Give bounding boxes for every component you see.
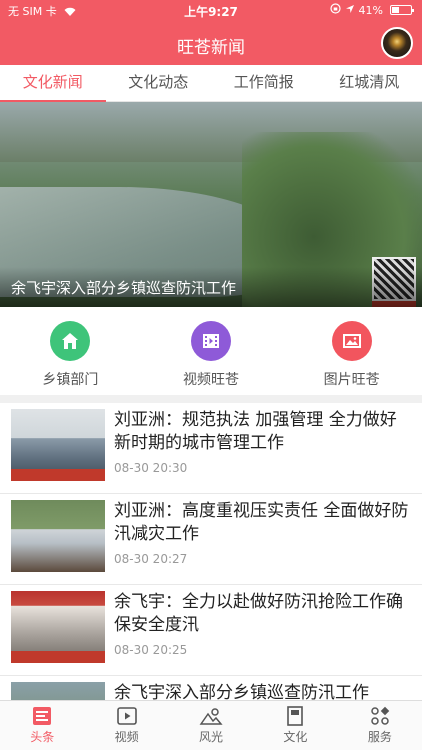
bottom-tab-bar: 头条 视频 风光 文化 服务: [0, 700, 422, 750]
tabbar-label: 头条: [30, 730, 55, 744]
status-right: 41%: [329, 3, 414, 17]
location-icon: [345, 4, 355, 17]
quick-link-photos[interactable]: 图片旺苍: [281, 307, 422, 395]
category-tabs: 文化新闻 文化动态 工作简报 红城清风: [0, 65, 422, 102]
grid-icon: [371, 706, 390, 725]
image-icon: [331, 321, 372, 361]
news-thumbnail: [11, 409, 105, 481]
quick-link-towns[interactable]: 乡镇部门: [0, 307, 141, 395]
tabbar-label: 服务: [367, 730, 392, 744]
tab-culture-updates[interactable]: 文化动态: [106, 65, 212, 101]
news-time: 08-30 20:30: [114, 461, 188, 475]
film-icon: [191, 321, 231, 361]
quick-link-video[interactable]: 视频旺苍: [141, 307, 282, 395]
tab-culture-news[interactable]: 文化新闻: [0, 65, 106, 102]
status-bar: 无 SIM 卡 上午9:27 41%: [0, 0, 422, 20]
tabbar-label: 视频: [114, 730, 139, 744]
quick-link-label: 乡镇部门: [42, 372, 99, 388]
news-time: 08-30 20:27: [114, 552, 188, 566]
hero-banner[interactable]: 余飞宇深入部分乡镇巡查防汛工作: [0, 102, 422, 307]
book-icon: [287, 706, 304, 726]
tabbar-label: 风光: [199, 730, 224, 744]
news-title: 刘亚洲：高度重视压实责任 全面做好防汛减灾工作: [114, 501, 409, 544]
section-divider: [0, 395, 422, 403]
news-title: 刘亚洲：规范执法 加强管理 全力做好新时期的城市管理工作: [114, 410, 397, 453]
news-list: 刘亚洲：规范执法 加强管理 全力做好新时期的城市管理工作 08-30 20:30…: [0, 403, 422, 750]
lock-rotation-icon: [329, 3, 341, 17]
list-item[interactable]: 刘亚洲：高度重视压实责任 全面做好防汛减灾工作 08-30 20:27: [0, 494, 422, 585]
tab-red-city[interactable]: 红城清风: [317, 65, 422, 101]
news-thumbnail: [11, 591, 105, 663]
page-title: 旺苍新闻: [177, 38, 245, 58]
tabbar-scenery[interactable]: 风光: [169, 701, 253, 750]
landscape-icon: [199, 708, 223, 725]
news-title: 余飞宇：全力以赴做好防汛抢险工作确保安全度汛: [114, 592, 403, 635]
battery-icon: [390, 5, 414, 15]
quick-links: 乡镇部门 视频旺苍 图片旺苍: [0, 307, 422, 395]
app-header: 无 SIM 卡 上午9:27 41% 旺苍新闻: [0, 0, 422, 65]
news-time: 08-30 20:25: [114, 643, 188, 657]
home-icon: [50, 321, 91, 361]
hero-caption: 余飞宇深入部分乡镇巡查防汛工作: [11, 279, 237, 297]
video-icon: [116, 707, 137, 725]
list-item[interactable]: 刘亚洲：规范执法 加强管理 全力做好新时期的城市管理工作 08-30 20:30: [0, 403, 422, 494]
news-thumbnail: [11, 500, 105, 572]
tabbar-culture[interactable]: 文化: [253, 701, 337, 750]
avatar[interactable]: [381, 27, 413, 59]
tab-work-briefing[interactable]: 工作简报: [211, 65, 317, 101]
battery-percent: 41%: [358, 3, 383, 17]
tabbar-services[interactable]: 服务: [338, 701, 422, 750]
headline-icon: [33, 707, 52, 725]
tabbar-headlines[interactable]: 头条: [0, 701, 84, 750]
tabbar-video[interactable]: 视频: [84, 701, 168, 750]
quick-link-label: 图片旺苍: [323, 372, 380, 388]
tabbar-label: 文化: [283, 730, 308, 744]
list-item[interactable]: 余飞宇：全力以赴做好防汛抢险工作确保安全度汛 08-30 20:25: [0, 585, 422, 676]
quick-link-label: 视频旺苍: [183, 372, 239, 388]
